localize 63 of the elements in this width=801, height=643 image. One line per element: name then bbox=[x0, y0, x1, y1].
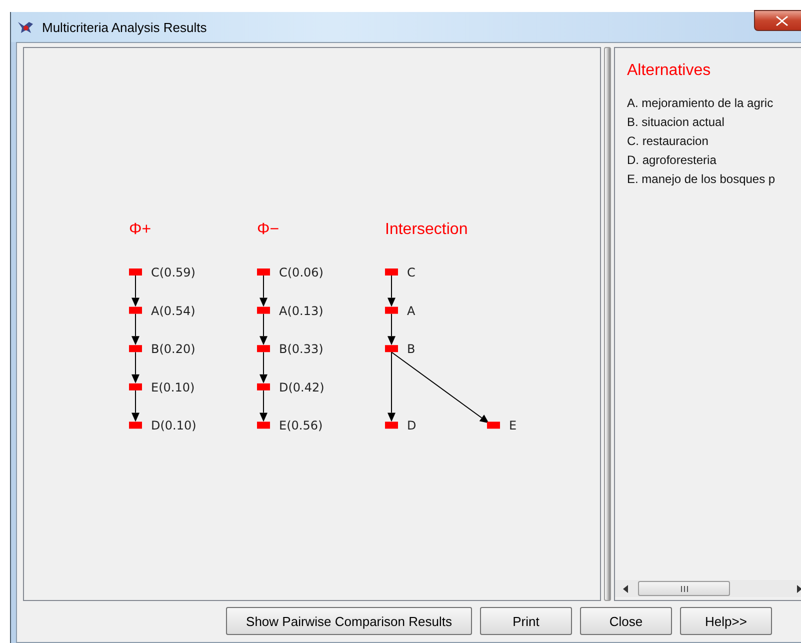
alternative-item: B. situacion actual bbox=[627, 114, 726, 131]
node-label: E bbox=[509, 418, 517, 433]
alternative-item: D. agroforesteria bbox=[627, 152, 718, 169]
splitter-handle[interactable] bbox=[604, 47, 611, 601]
node-label: E(0.56) bbox=[279, 418, 323, 433]
arrow bbox=[132, 313, 140, 346]
node-label: C(0.59) bbox=[151, 266, 196, 280]
graph-title: Intersection bbox=[385, 221, 468, 238]
graph-node bbox=[129, 306, 142, 314]
node-label: D(0.42) bbox=[279, 380, 324, 394]
dialog-button[interactable]: Print bbox=[480, 607, 572, 635]
graph-node bbox=[257, 268, 270, 276]
alternative-item: C. restauracion bbox=[627, 133, 710, 150]
arrow bbox=[388, 313, 396, 346]
scrollbar-thumb[interactable] bbox=[638, 581, 730, 596]
arrow bbox=[260, 390, 268, 422]
alternatives-heading: Alternatives bbox=[627, 62, 712, 80]
arrow bbox=[132, 275, 140, 307]
node-label: B bbox=[407, 342, 416, 356]
node-label: B(0.33) bbox=[279, 342, 324, 356]
node-label: A(0.54) bbox=[151, 304, 196, 318]
arrow bbox=[132, 390, 140, 422]
dialog-button[interactable]: Help>> bbox=[680, 607, 772, 635]
graph-node bbox=[129, 383, 142, 390]
node-label: D(0.10) bbox=[151, 418, 196, 433]
right-arrow-icon[interactable] bbox=[797, 584, 801, 592]
dialog-button[interactable]: Show Pairwise Comparison Results bbox=[226, 607, 472, 635]
arrow bbox=[260, 275, 268, 307]
arrow bbox=[388, 275, 396, 307]
graph-node bbox=[385, 306, 398, 314]
arrow bbox=[260, 352, 268, 384]
node-label: D bbox=[407, 418, 416, 433]
node-label: B(0.20) bbox=[151, 342, 196, 356]
graph-node bbox=[129, 345, 142, 352]
graph-node bbox=[257, 345, 270, 352]
alternative-item: A. mejoramiento de la agric bbox=[627, 95, 774, 112]
node-label: C(0.06) bbox=[279, 266, 324, 280]
graph-title: Φ− bbox=[257, 221, 280, 238]
graph-node bbox=[129, 422, 142, 429]
graph-node bbox=[257, 422, 270, 429]
node-label: A bbox=[407, 304, 416, 318]
graph-node bbox=[257, 383, 270, 390]
window-title: Multicriteria Analysis Results bbox=[42, 20, 207, 34]
grip-icon bbox=[680, 586, 688, 592]
horizontal-scrollbar[interactable] bbox=[615, 580, 801, 597]
bird-icon bbox=[17, 19, 35, 35]
close-button[interactable] bbox=[754, 10, 801, 31]
dialog-button[interactable]: Close bbox=[580, 607, 672, 635]
left-arrow-icon[interactable] bbox=[623, 584, 628, 592]
node-label: C bbox=[407, 266, 416, 280]
graph-node bbox=[257, 306, 270, 314]
graph-node bbox=[385, 345, 398, 352]
node-label: A(0.13) bbox=[279, 304, 324, 318]
node-label: E(0.10) bbox=[151, 380, 195, 394]
graph-title: Φ+ bbox=[129, 221, 152, 238]
graph-node bbox=[129, 268, 142, 276]
alternative-item: E. manejo de los bosques p bbox=[627, 171, 776, 188]
graph-node bbox=[385, 422, 398, 429]
close-icon bbox=[776, 16, 788, 26]
arrow bbox=[260, 313, 268, 346]
graph-node bbox=[385, 268, 398, 276]
graph-node bbox=[487, 422, 500, 429]
arrow bbox=[132, 352, 140, 384]
